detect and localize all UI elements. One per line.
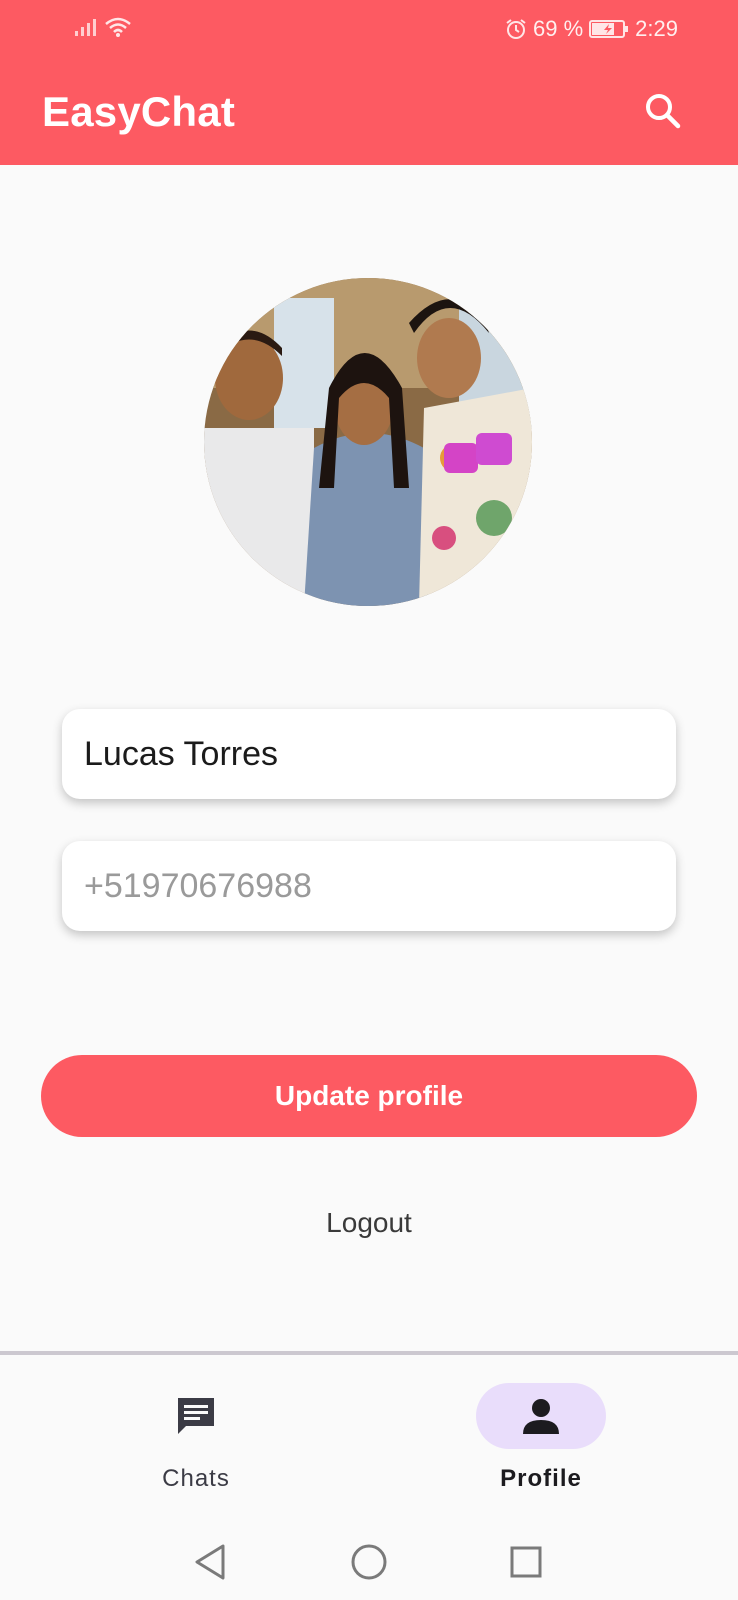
nav-item-chats[interactable]: Chats	[76, 1383, 316, 1503]
status-bar: 69 % 2:29	[0, 0, 738, 58]
bottom-navigation: Chats Profile	[0, 1351, 738, 1524]
name-field[interactable]	[62, 709, 676, 799]
chat-icon	[178, 1398, 214, 1434]
logout-button[interactable]: Logout	[269, 1198, 469, 1248]
nav-chats-pill	[131, 1383, 261, 1449]
person-icon	[523, 1399, 559, 1434]
back-icon	[195, 1544, 225, 1580]
app-title: EasyChat	[42, 88, 236, 135]
recents-icon	[510, 1546, 542, 1578]
clock: 2:29	[635, 16, 678, 41]
app-header: 69 % 2:29 EasyChat	[0, 0, 738, 165]
search-icon	[646, 94, 681, 129]
home-icon	[351, 1544, 387, 1580]
nav-label-profile: Profile	[500, 1465, 582, 1492]
nav-item-profile[interactable]: Profile	[421, 1383, 661, 1503]
phone-field[interactable]	[62, 841, 676, 931]
phone-input[interactable]	[84, 866, 676, 906]
signal-icon	[74, 17, 98, 37]
nav-profile-pill	[476, 1383, 606, 1449]
search-button[interactable]	[640, 88, 686, 134]
alarm-icon	[505, 18, 527, 40]
battery-percent: 69 %	[533, 16, 584, 41]
nav-label-chats: Chats	[162, 1465, 230, 1492]
profile-avatar[interactable]	[204, 278, 532, 606]
system-navigation-bar	[0, 1524, 738, 1600]
wifi-icon	[104, 16, 132, 38]
system-recents-button[interactable]	[502, 1538, 550, 1586]
profile-screen: 69 % 2:29 EasyChat Lucas Torres +5197067…	[0, 0, 738, 1600]
system-back-button[interactable]	[186, 1538, 234, 1586]
update-profile-button[interactable]: Update profile	[41, 1055, 697, 1137]
name-input[interactable]	[84, 734, 676, 774]
system-home-button[interactable]	[345, 1538, 393, 1586]
battery-charging-icon	[589, 19, 629, 39]
